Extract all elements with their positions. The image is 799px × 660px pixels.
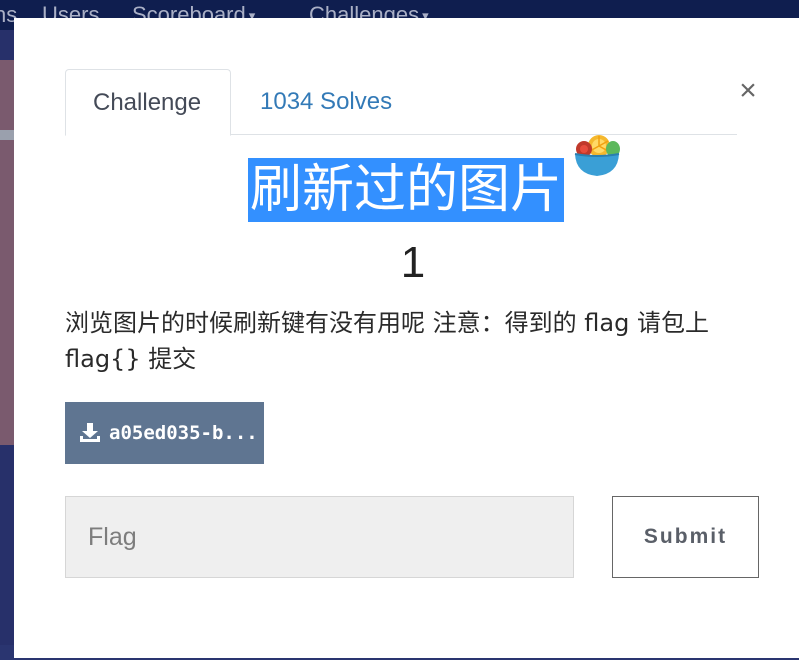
challenge-points: 1 — [400, 238, 426, 287]
tab-challenge[interactable]: Challenge — [65, 69, 231, 136]
modal-tabs: Challenge 1034 Solves — [65, 69, 737, 136]
tab-solves[interactable]: 1034 Solves — [233, 69, 419, 135]
challenge-title: 刷新过的图片 — [248, 158, 565, 222]
download-icon — [80, 423, 100, 442]
close-button[interactable]: × — [733, 74, 763, 108]
challenge-description: 浏览图片的时候刷新键有没有用呢 注意：得到的 flag 请包上 flag{} 提… — [65, 305, 755, 377]
description-line: 浏览图片的时候刷新键有没有用呢 注意：得到的 flag 请包上 — [65, 309, 709, 337]
salad-bowl-icon — [574, 135, 620, 176]
flag-input[interactable] — [65, 496, 574, 578]
file-name-label: a05ed035-b... — [109, 422, 258, 444]
description-line: flag{} 提交 — [65, 345, 197, 373]
download-file-button[interactable]: a05ed035-b... — [65, 402, 264, 464]
submit-button[interactable]: Submit — [612, 496, 759, 578]
